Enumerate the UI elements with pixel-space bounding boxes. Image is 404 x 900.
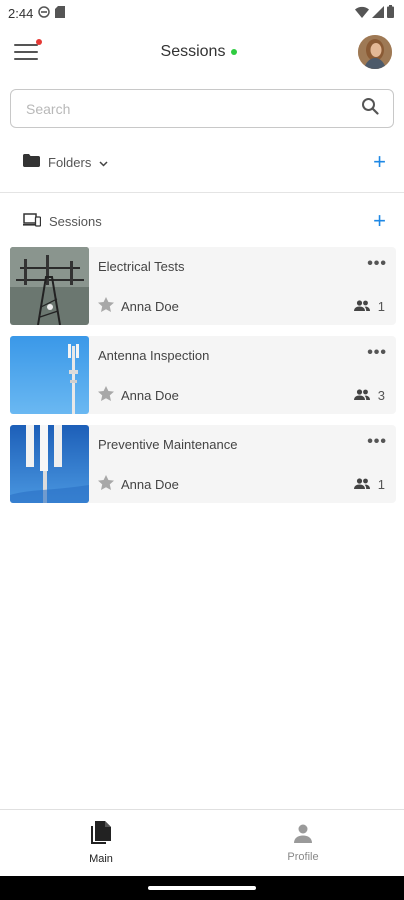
folders-row: Folders + — [0, 134, 404, 190]
session-thumbnail — [10, 247, 89, 325]
nav-main-label: Main — [89, 853, 113, 865]
nav-main[interactable]: Main — [0, 810, 202, 876]
star-icon[interactable] — [98, 475, 114, 493]
people-icon — [353, 299, 370, 314]
participant-count: 1 — [377, 298, 385, 314]
session-card-electrical-tests[interactable]: Electrical Tests ••• Anna Doe 1 — [10, 247, 396, 325]
sessions-list: Electrical Tests ••• Anna Doe 1 Antenna … — [0, 247, 404, 503]
status-time: 2:44 — [8, 5, 34, 21]
add-folder-button[interactable]: + — [373, 151, 386, 173]
people-icon — [353, 477, 370, 492]
avatar[interactable] — [357, 35, 392, 69]
sessions-label: Sessions — [49, 213, 102, 229]
folders-label: Folders — [48, 154, 92, 170]
session-thumbnail — [10, 425, 89, 503]
session-footer: Anna Doe 3 — [98, 386, 385, 404]
session-footer: Anna Doe 1 — [98, 297, 385, 315]
session-thumbnail — [10, 336, 89, 414]
nav-profile-label: Profile — [287, 851, 319, 863]
sessions-header: Sessions — [23, 212, 102, 230]
more-options-button[interactable]: ••• — [367, 256, 387, 272]
wifi-icon — [355, 6, 369, 21]
search-icon[interactable] — [361, 97, 379, 120]
search-box[interactable] — [10, 89, 394, 128]
session-title: Preventive Maintenance — [98, 437, 238, 452]
battery-icon — [387, 5, 394, 21]
session-participants: 3 — [353, 387, 385, 403]
session-card-body: Antenna Inspection ••• Anna Doe 3 — [89, 336, 396, 414]
folder-icon — [23, 154, 40, 170]
add-session-button[interactable]: + — [373, 210, 386, 232]
bottom-nav: Main Profile — [0, 809, 404, 876]
status-bar: 2:44 — [0, 0, 404, 26]
participant-count: 1 — [377, 476, 385, 492]
menu-button[interactable] — [14, 39, 42, 62]
more-options-button[interactable]: ••• — [367, 434, 387, 450]
search-input[interactable] — [26, 100, 326, 117]
status-left: 2:44 — [8, 5, 66, 21]
folders-dropdown[interactable]: Folders — [23, 154, 108, 170]
nav-profile[interactable]: Profile — [202, 810, 404, 876]
session-title: Electrical Tests — [98, 259, 185, 274]
session-title: Antenna Inspection — [98, 348, 210, 363]
session-owner: Anna Doe — [98, 297, 179, 315]
session-footer: Anna Doe 1 — [98, 475, 385, 493]
menu-icon-bar — [14, 51, 38, 53]
session-card-antenna-inspection[interactable]: Antenna Inspection ••• Anna Doe 3 — [10, 336, 396, 414]
session-owner: Anna Doe — [98, 475, 179, 493]
session-card-preventive-maintenance[interactable]: Preventive Maintenance ••• Anna Doe 1 — [10, 425, 396, 503]
menu-icon-bar — [14, 58, 38, 60]
participant-count: 3 — [377, 387, 385, 403]
session-owner: Anna Doe — [98, 386, 179, 404]
sd-card-icon — [55, 5, 66, 21]
session-card-body: Preventive Maintenance ••• Anna Doe 1 — [89, 425, 396, 503]
page-title: Sessions — [160, 43, 226, 60]
online-status-dot — [231, 49, 238, 55]
sessions-header-row: Sessions + — [0, 193, 404, 249]
documents-icon — [90, 821, 112, 848]
owner-name: Anna Doe — [121, 476, 179, 492]
signal-icon — [372, 5, 384, 21]
star-icon[interactable] — [98, 297, 114, 315]
chevron-down-icon — [99, 155, 108, 170]
gesture-navigation-bar — [0, 876, 404, 900]
devices-icon — [23, 212, 42, 230]
owner-name: Anna Doe — [121, 387, 179, 403]
session-participants: 1 — [353, 476, 385, 492]
app-bar: Sessions — [0, 26, 404, 78]
session-card-body: Electrical Tests ••• Anna Doe 1 — [89, 247, 396, 325]
session-participants: 1 — [353, 298, 385, 314]
person-icon — [293, 823, 313, 846]
notification-dot — [36, 39, 42, 45]
home-indicator[interactable] — [148, 886, 256, 890]
owner-name: Anna Doe — [121, 298, 179, 314]
star-icon[interactable] — [98, 386, 114, 404]
menu-icon — [14, 44, 38, 46]
app-title-wrap: Sessions — [161, 43, 238, 61]
status-right — [355, 5, 394, 21]
more-options-button[interactable]: ••• — [367, 345, 387, 361]
people-icon — [353, 388, 370, 403]
do-not-disturb-icon — [38, 5, 51, 21]
